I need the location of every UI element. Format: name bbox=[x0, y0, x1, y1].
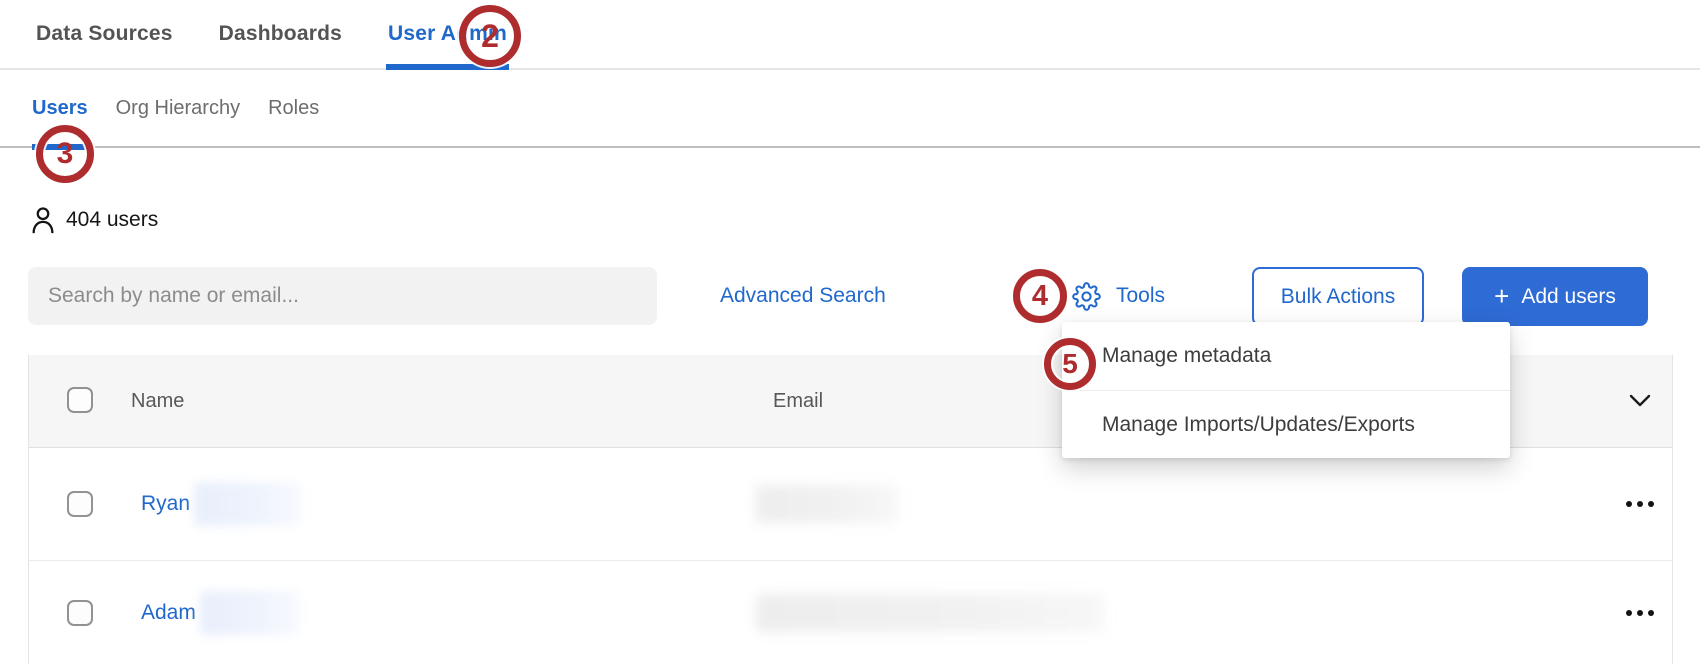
select-all-checkbox[interactable] bbox=[67, 387, 93, 413]
table-row: Adam bbox=[29, 561, 1672, 664]
column-header-email: Email bbox=[773, 355, 823, 448]
redacted-surname-blur bbox=[200, 591, 300, 635]
subtab-org-hierarchy[interactable]: Org Hierarchy bbox=[116, 69, 240, 147]
tab-data-sources[interactable]: Data Sources bbox=[36, 0, 173, 69]
tools-dropdown-menu: Manage metadata Manage Imports/Updates/E… bbox=[1062, 322, 1510, 458]
tools-button[interactable]: Tools bbox=[1072, 267, 1165, 325]
person-icon bbox=[30, 205, 56, 235]
row-actions-ellipsis-icon[interactable] bbox=[1617, 492, 1663, 516]
menu-item-manage-metadata[interactable]: Manage metadata bbox=[1062, 322, 1510, 390]
redacted-email-blur bbox=[756, 594, 1104, 632]
annotation-circle-5: 5 bbox=[1044, 338, 1096, 390]
tab-dashboards[interactable]: Dashboards bbox=[219, 0, 342, 69]
annotation-circle-4: 4 bbox=[1013, 269, 1067, 323]
user-name-link[interactable]: Adam bbox=[141, 601, 196, 625]
redacted-surname-blur bbox=[194, 482, 302, 526]
subtab-roles[interactable]: Roles bbox=[268, 69, 319, 147]
chevron-down-icon[interactable] bbox=[1625, 388, 1655, 414]
redacted-email-blur bbox=[756, 485, 898, 523]
users-count: 404 users bbox=[30, 196, 158, 244]
sub-navigation: Users Org Hierarchy Roles bbox=[0, 70, 1700, 148]
table-row: Ryan bbox=[29, 448, 1672, 561]
users-count-label: 404 users bbox=[66, 208, 158, 232]
menu-item-manage-imports-updates-exports[interactable]: Manage Imports/Updates/Exports bbox=[1062, 390, 1510, 458]
plus-icon: + bbox=[1494, 283, 1509, 309]
row-checkbox[interactable] bbox=[67, 491, 93, 517]
top-navigation: Data Sources Dashboards User Admin bbox=[0, 0, 1700, 70]
tools-label: Tools bbox=[1116, 284, 1165, 308]
annotation-circle-2: 2 bbox=[459, 5, 521, 67]
row-actions-ellipsis-icon[interactable] bbox=[1617, 601, 1663, 625]
row-checkbox[interactable] bbox=[67, 600, 93, 626]
column-header-name: Name bbox=[131, 355, 184, 448]
add-users-button[interactable]: + Add users bbox=[1462, 267, 1648, 326]
user-name-link[interactable]: Ryan bbox=[141, 492, 190, 516]
bulk-actions-button[interactable]: Bulk Actions bbox=[1252, 267, 1424, 326]
advanced-search-link[interactable]: Advanced Search bbox=[720, 267, 886, 325]
gear-icon bbox=[1072, 282, 1101, 311]
search-input[interactable] bbox=[28, 267, 657, 325]
annotation-circle-3: 3 bbox=[36, 125, 94, 183]
